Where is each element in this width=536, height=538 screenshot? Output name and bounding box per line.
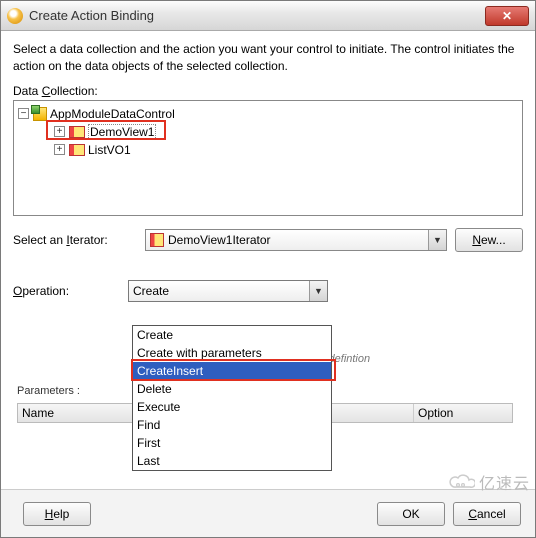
operation-value: Create — [133, 284, 169, 298]
ok-button[interactable]: OK — [377, 502, 445, 526]
help-button[interactable]: Help — [23, 502, 91, 526]
window-title: Create Action Binding — [29, 8, 485, 23]
collapse-icon[interactable]: − — [18, 108, 29, 119]
operation-select[interactable]: Create ▼ — [128, 280, 328, 302]
iterator-label: Select an Iterator: — [13, 233, 145, 247]
operation-dropdown-list[interactable]: Create Create with parameters CreateInse… — [132, 325, 332, 471]
data-collection-tree[interactable]: − AppModuleDataControl + DemoView1 + Lis… — [13, 100, 523, 216]
operation-option[interactable]: Find — [133, 416, 331, 434]
chevron-down-icon[interactable]: ▼ — [309, 281, 327, 301]
operation-option[interactable]: Create — [133, 326, 331, 344]
instruction-text: Select a data collection and the action … — [13, 41, 523, 76]
operation-option[interactable]: Create with parameters — [133, 344, 331, 362]
close-button[interactable]: ✕ — [485, 6, 529, 26]
tree-node-label: ListVO1 — [88, 143, 131, 157]
iterator-row: Select an Iterator: DemoView1Iterator ▼ … — [13, 228, 523, 252]
cancel-button[interactable]: Cancel — [453, 502, 521, 526]
tree-node-row[interactable]: + DemoView1 — [52, 123, 520, 141]
new-button[interactable]: New... — [455, 228, 523, 252]
operation-label: Operation: — [13, 284, 128, 298]
datacontrol-icon — [33, 107, 47, 121]
viewobject-icon — [69, 144, 85, 156]
data-collection-label: Data Collection: — [13, 84, 523, 98]
dialog-content: Select a data collection and the action … — [1, 31, 535, 489]
tree-root-row[interactable]: − AppModuleDataControl — [16, 105, 520, 123]
iterator-value: DemoView1Iterator — [168, 233, 271, 247]
iterator-select[interactable]: DemoView1Iterator ▼ — [145, 229, 447, 251]
viewobject-icon — [69, 126, 85, 138]
operation-option[interactable]: Execute — [133, 398, 331, 416]
operation-option[interactable]: Last — [133, 452, 331, 470]
cloud-icon — [449, 473, 475, 491]
dialog-footer: Help OK Cancel — [1, 489, 535, 537]
titlebar[interactable]: Create Action Binding ✕ — [1, 1, 535, 31]
expand-icon[interactable]: + — [54, 126, 65, 137]
tree-root-label: AppModuleDataControl — [50, 107, 175, 121]
app-icon — [7, 8, 23, 24]
operation-option[interactable]: Delete — [133, 380, 331, 398]
chevron-down-icon[interactable]: ▼ — [428, 230, 446, 250]
operation-row: Operation: Create ▼ — [13, 280, 523, 302]
dialog-window: Create Action Binding ✕ Select a data co… — [0, 0, 536, 538]
tree-node-label: DemoView1 — [88, 124, 156, 140]
col-option-header[interactable]: Option — [414, 404, 512, 422]
watermark: 亿速云 — [449, 470, 530, 494]
tree-node-row[interactable]: + ListVO1 — [52, 141, 520, 159]
operation-option[interactable]: CreateInsert — [133, 362, 331, 380]
operation-option[interactable]: First — [133, 434, 331, 452]
expand-icon[interactable]: + — [54, 144, 65, 155]
viewobject-icon — [150, 233, 164, 247]
